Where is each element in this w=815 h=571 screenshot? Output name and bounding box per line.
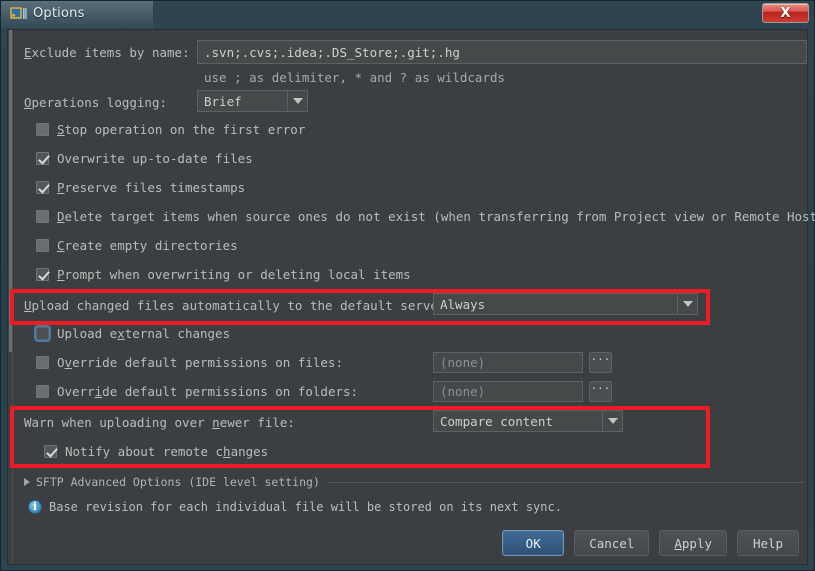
notify-remote-changes-label: Notify about remote changes: [65, 444, 269, 459]
override-permissions-files-input[interactable]: [433, 352, 583, 373]
checkbox-row-preserve-timestamps[interactable]: Preserve files timestamps: [36, 180, 245, 195]
chevron-down-icon[interactable]: [287, 91, 307, 111]
preserve-timestamps-label: Preserve files timestamps: [57, 180, 246, 195]
exclude-items-hint: use ; as delimiter, * and ? as wildcards: [204, 70, 506, 85]
warn-newer-file-combobox[interactable]: Compare content: [433, 410, 623, 432]
notify-remote-changes-checkbox[interactable]: [44, 445, 57, 458]
override-permissions-files-browse-button[interactable]: ···: [589, 352, 612, 373]
upload-auto-value: Always: [440, 296, 486, 312]
checkbox-row-create-empty-directories[interactable]: Create empty directories: [36, 238, 238, 253]
sftp-advanced-options-section[interactable]: SFTP Advanced Options (IDE level setting…: [24, 475, 804, 489]
cancel-button[interactable]: Cancel: [574, 530, 650, 556]
ok-button[interactable]: OK: [502, 530, 565, 556]
stop-operation-checkbox[interactable]: [36, 123, 49, 136]
override-permissions-folders-input[interactable]: [433, 381, 583, 402]
section-divider: [327, 481, 804, 483]
prompt-overwriting-label: Prompt when overwriting or deleting loca…: [57, 267, 411, 282]
prompt-overwriting-checkbox[interactable]: [36, 268, 49, 281]
chevron-right-icon[interactable]: [24, 478, 30, 486]
info-icon: [28, 500, 42, 514]
help-button[interactable]: Help: [737, 530, 799, 556]
operations-logging-combobox[interactable]: Brief: [197, 90, 308, 112]
override-permissions-folders-browse-button[interactable]: ···: [589, 381, 612, 402]
info-note-text: Base revision for each individual file w…: [49, 500, 562, 514]
chevron-down-icon[interactable]: [677, 294, 697, 314]
overwrite-up-to-date-label: Overwrite up-to-date files: [57, 151, 253, 166]
create-empty-directories-checkbox[interactable]: [36, 239, 49, 252]
title-bar[interactable]: Options X: [1, 1, 814, 29]
override-permissions-files-label: Override default permissions on files:: [57, 355, 343, 370]
warn-newer-file-value: Compare content: [440, 413, 553, 429]
checkbox-row-override-permissions-folders[interactable]: Override default permissions on folders:: [36, 384, 358, 399]
operations-logging-label: Operations logging:: [24, 95, 167, 110]
delete-target-items-label: Delete target items when source ones do …: [57, 209, 815, 224]
checkbox-row-stop-operation[interactable]: Stop operation on the first error: [36, 122, 305, 137]
delete-target-items-checkbox[interactable]: [36, 210, 49, 223]
override-permissions-files-checkbox[interactable]: [36, 356, 49, 369]
preserve-timestamps-checkbox[interactable]: [36, 181, 49, 194]
info-note: Base revision for each individual file w…: [28, 500, 562, 514]
upload-external-changes-checkbox[interactable]: [36, 327, 49, 340]
upload-auto-label: Upload changed files automatically to th…: [24, 298, 446, 313]
override-permissions-folders-checkbox[interactable]: [36, 385, 49, 398]
checkbox-row-prompt-overwriting[interactable]: Prompt when overwriting or deleting loca…: [36, 267, 411, 282]
checkbox-row-notify-remote-changes[interactable]: Notify about remote changes: [44, 444, 268, 459]
operations-logging-value: Brief: [204, 93, 242, 109]
stop-operation-label: Stop operation on the first error: [57, 122, 306, 137]
close-button[interactable]: X: [762, 3, 809, 23]
exclude-items-input[interactable]: [197, 40, 807, 64]
upload-external-changes-label: Upload external changes: [57, 326, 231, 341]
vertical-scrollbar[interactable]: [8, 30, 13, 564]
overwrite-up-to-date-checkbox[interactable]: [36, 152, 49, 165]
exclude-items-label: Exclude items by name:: [24, 45, 190, 60]
settings-pane: Exclude items by name: use ; as delimite…: [16, 30, 815, 564]
checkbox-row-delete-target-items[interactable]: Delete target items when source ones do …: [36, 209, 815, 224]
override-permissions-folders-label: Override default permissions on folders:: [57, 384, 359, 399]
chevron-down-icon[interactable]: [602, 411, 622, 431]
dialog-content: Exclude items by name: use ; as delimite…: [7, 29, 815, 565]
scrollbar-thumb[interactable]: [9, 30, 12, 352]
options-dialog-window: Options X Exclude items by name: use ; a…: [0, 0, 815, 571]
window-title: Options: [33, 6, 85, 21]
close-icon: X: [780, 5, 791, 21]
checkbox-row-override-permissions-files[interactable]: Override default permissions on files:: [36, 355, 343, 370]
upload-auto-combobox[interactable]: Always: [433, 293, 698, 315]
apply-button[interactable]: Apply: [659, 530, 727, 556]
jetbrains-logo-icon: [10, 7, 27, 23]
dialog-button-bar: OK Cancel Apply Help: [502, 530, 799, 556]
warn-newer-file-label: Warn when uploading over newer file:: [24, 415, 295, 430]
create-empty-directories-label: Create empty directories: [57, 238, 238, 253]
sftp-advanced-options-label: SFTP Advanced Options (IDE level setting…: [36, 475, 320, 489]
checkbox-row-upload-external-changes[interactable]: Upload external changes: [36, 326, 230, 341]
checkbox-row-overwrite-up-to-date[interactable]: Overwrite up-to-date files: [36, 151, 253, 166]
